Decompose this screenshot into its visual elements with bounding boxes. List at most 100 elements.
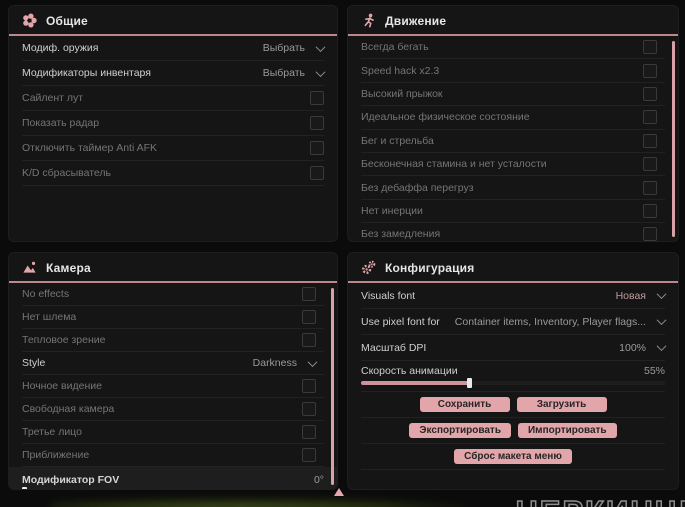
checkbox[interactable] bbox=[643, 133, 657, 148]
reset-menu-layout-button[interactable]: Сброс макета меню bbox=[454, 449, 572, 464]
panel-movement: Движение Всегда бегать Speed hack x2.3 В… bbox=[347, 5, 679, 242]
toggle-label: Тепловое зрение bbox=[22, 334, 106, 346]
scrollbar[interactable] bbox=[672, 41, 675, 237]
checkbox[interactable] bbox=[643, 110, 657, 125]
toggle-label: Высокий прыжок bbox=[361, 87, 443, 100]
toggle-row-run-and-shoot[interactable]: Бег и стрельба bbox=[361, 130, 665, 153]
checkbox[interactable] bbox=[302, 425, 316, 439]
setting-label: Style bbox=[22, 357, 46, 369]
save-button[interactable]: Сохранить bbox=[419, 397, 510, 412]
toggle-row-always-run[interactable]: Всегда бегать bbox=[361, 36, 665, 60]
checkbox[interactable] bbox=[643, 180, 657, 195]
toggle-label: Нет шлема bbox=[22, 311, 77, 323]
toggle-label: Свободная камера bbox=[22, 403, 115, 415]
toggle-row-no-inertia[interactable]: Нет инерции bbox=[361, 200, 665, 224]
toggle-label: Всегда бегать bbox=[361, 41, 429, 54]
dropdown[interactable]: Новая bbox=[616, 289, 667, 302]
checkbox[interactable] bbox=[302, 287, 316, 301]
toggle-row-thermal-vision[interactable]: Тепловое зрение bbox=[22, 329, 324, 352]
checkbox[interactable] bbox=[310, 166, 324, 180]
slider-value: 0° bbox=[313, 473, 324, 486]
toggle-label: Отключить таймер Anti AFK bbox=[22, 142, 158, 154]
checkbox[interactable] bbox=[302, 448, 316, 462]
setting-label: Модиф. оружия bbox=[22, 42, 99, 54]
button-row-reset-layout: Сброс макета меню bbox=[361, 444, 665, 470]
export-button[interactable]: Экспортировать bbox=[409, 423, 511, 438]
import-button[interactable]: Импортировать bbox=[517, 423, 617, 438]
setting-row-inventory-mods[interactable]: Модификаторы инвентаря Выбрать bbox=[22, 61, 326, 86]
toggle-row-night-vision[interactable]: Ночное видение bbox=[22, 375, 324, 398]
setting-label: Visuals font bbox=[361, 289, 416, 302]
checkbox[interactable] bbox=[302, 402, 316, 416]
toggle-row-perfect-condition[interactable]: Идеальное физическое состояние bbox=[361, 106, 665, 130]
toggle-row-show-radar[interactable]: Показать радар bbox=[22, 111, 324, 136]
checkbox[interactable] bbox=[302, 379, 316, 393]
dropdown[interactable]: 100% bbox=[619, 341, 667, 354]
toggle-label: K/D сбрасыватель bbox=[22, 167, 112, 179]
button-row-export-import: Экспортировать Импортировать bbox=[361, 418, 665, 444]
checkbox[interactable] bbox=[643, 203, 657, 218]
checkbox[interactable] bbox=[302, 333, 316, 347]
toggle-label: Speed hack x2.3 bbox=[361, 64, 440, 77]
slider-thumb[interactable] bbox=[22, 487, 27, 489]
chevron-down-icon bbox=[315, 41, 326, 52]
toggle-label: Ночное видение bbox=[22, 380, 102, 392]
toggle-row-speed-hack[interactable]: Speed hack x2.3 bbox=[361, 59, 665, 83]
setting-label: Модификаторы инвентаря bbox=[22, 67, 151, 79]
dropdown-value: 100% bbox=[619, 341, 646, 354]
toggle-row-anti-afk[interactable]: Отключить таймер Anti AFK bbox=[22, 136, 324, 161]
toggle-row-third-person[interactable]: Третье лицо bbox=[22, 421, 324, 444]
setting-row-weapon-mod[interactable]: Модиф. оружия Выбрать bbox=[22, 36, 326, 61]
panel-config: Конфигурация Visuals font Новая Use pixe… bbox=[347, 252, 679, 490]
setting-row-visuals-font[interactable]: Visuals font Новая bbox=[361, 283, 667, 309]
checkbox[interactable] bbox=[643, 40, 657, 55]
setting-row-fov-modifier[interactable]: Модификатор FOV 0° bbox=[9, 467, 337, 489]
toggle-row-high-jump[interactable]: Высокий прыжок bbox=[361, 83, 665, 107]
checkbox[interactable] bbox=[310, 91, 324, 105]
toggle-row-no-effects[interactable]: No effects bbox=[22, 283, 324, 306]
scrollbar[interactable] bbox=[331, 288, 334, 485]
toggle-row-infinite-stamina[interactable]: Бесконечная стамина и нет усталости bbox=[361, 153, 665, 177]
setting-row-pixel-font[interactable]: Use pixel font for Container items, Inve… bbox=[361, 309, 667, 335]
toggle-label: Третье лицо bbox=[22, 426, 82, 438]
toggle-label: Приближение bbox=[22, 449, 90, 461]
toggle-row-no-slowdown[interactable]: Без замедления bbox=[361, 223, 665, 241]
setting-row-animation-speed[interactable]: Скорость анимации 55% bbox=[361, 361, 665, 392]
toggle-row-free-camera[interactable]: Свободная камера bbox=[22, 398, 324, 421]
chevron-down-icon bbox=[307, 356, 318, 367]
toggle-label: Идеальное физическое состояние bbox=[361, 111, 530, 124]
checkbox[interactable] bbox=[310, 141, 324, 155]
toggle-label: Нет инерции bbox=[361, 204, 423, 217]
panel-general-header: Общие bbox=[9, 6, 337, 34]
toggle-row-no-helmet[interactable]: Нет шлема bbox=[22, 306, 324, 329]
mod-menu-screen: ЧЕРКИНЦЕ Общие Модиф. оружия bbox=[0, 0, 685, 507]
checkbox[interactable] bbox=[310, 116, 324, 130]
runner-icon bbox=[361, 13, 376, 28]
mouse-cursor bbox=[334, 488, 344, 496]
toggle-row-zoom[interactable]: Приближение bbox=[22, 444, 324, 467]
toggle-label: No effects bbox=[22, 288, 70, 300]
gears-icon bbox=[361, 260, 376, 275]
animation-speed-slider[interactable] bbox=[361, 378, 665, 388]
dropdown[interactable]: Выбрать bbox=[263, 41, 326, 54]
load-button[interactable]: Загрузить bbox=[516, 397, 607, 412]
toggle-row-kd-reset[interactable]: K/D сбрасыватель bbox=[22, 161, 324, 186]
background-game-glow bbox=[50, 498, 470, 507]
slider-value: 55% bbox=[643, 364, 665, 377]
setting-row-style[interactable]: Style Darkness bbox=[22, 352, 324, 375]
dropdown[interactable]: Container items, Inventory, Player flags… bbox=[455, 315, 667, 328]
checkbox[interactable] bbox=[302, 310, 316, 324]
checkbox[interactable] bbox=[643, 63, 657, 78]
slider-thumb[interactable] bbox=[467, 378, 473, 388]
checkbox[interactable] bbox=[643, 227, 657, 241]
panel-title: Движение bbox=[385, 13, 447, 28]
dropdown[interactable]: Выбрать bbox=[263, 66, 326, 79]
setting-label: Масштаб DPI bbox=[361, 341, 427, 354]
setting-row-dpi-scale[interactable]: Масштаб DPI 100% bbox=[361, 335, 667, 361]
toggle-label: Сайлент лут bbox=[22, 92, 84, 104]
dropdown[interactable]: Darkness bbox=[253, 356, 318, 369]
toggle-row-no-overload-debuff[interactable]: Без дебаффа перегруз bbox=[361, 176, 665, 200]
checkbox[interactable] bbox=[643, 86, 657, 101]
checkbox[interactable] bbox=[643, 157, 657, 172]
toggle-row-silent-loot[interactable]: Сайлент лут bbox=[22, 86, 324, 111]
